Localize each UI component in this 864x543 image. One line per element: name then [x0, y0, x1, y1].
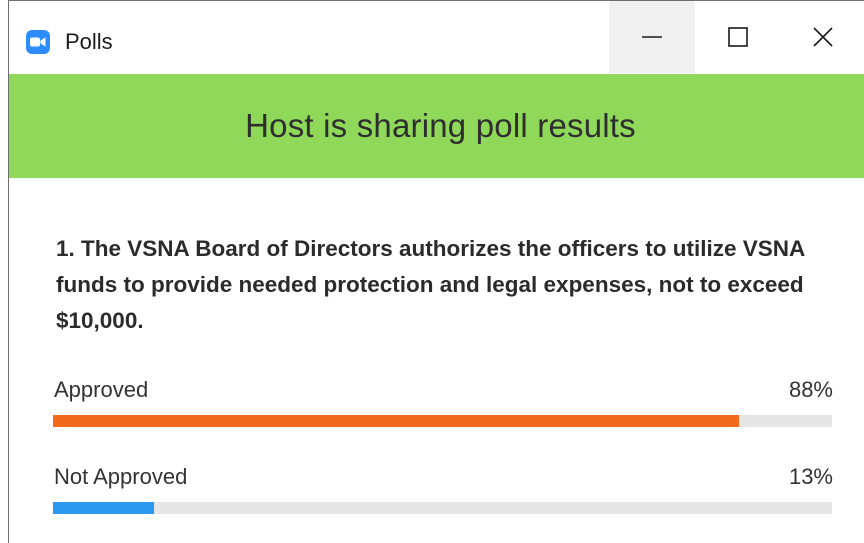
minimize-icon	[642, 36, 662, 38]
result-bar-track-approved	[53, 415, 832, 427]
option-label-not-approved: Not Approved	[54, 464, 188, 489]
banner-text: Host is sharing poll results	[245, 107, 636, 144]
window-title: Polls	[65, 29, 113, 54]
sharing-banner: Host is sharing poll results	[9, 74, 864, 178]
minimize-button[interactable]	[609, 1, 695, 73]
option-percent-approved: 88%	[788, 377, 833, 402]
option-label-approved: Approved	[54, 377, 149, 402]
option-percent-not-approved: 13%	[788, 464, 833, 489]
close-icon	[812, 27, 833, 47]
polls-window: Polls Host is sharing poll results 1. Th…	[8, 0, 864, 543]
result-bar-track-not-approved	[53, 502, 832, 514]
poll-question: 1. The VSNA Board of Directors authorize…	[56, 236, 805, 333]
maximize-icon	[728, 27, 748, 47]
close-button[interactable]	[781, 1, 864, 73]
maximize-button[interactable]	[695, 1, 781, 73]
title-bar[interactable]: Polls	[9, 1, 864, 75]
result-bar-fill-approved	[53, 415, 739, 427]
zoom-camera-icon	[26, 30, 50, 54]
result-bar-fill-not-approved	[53, 502, 155, 514]
